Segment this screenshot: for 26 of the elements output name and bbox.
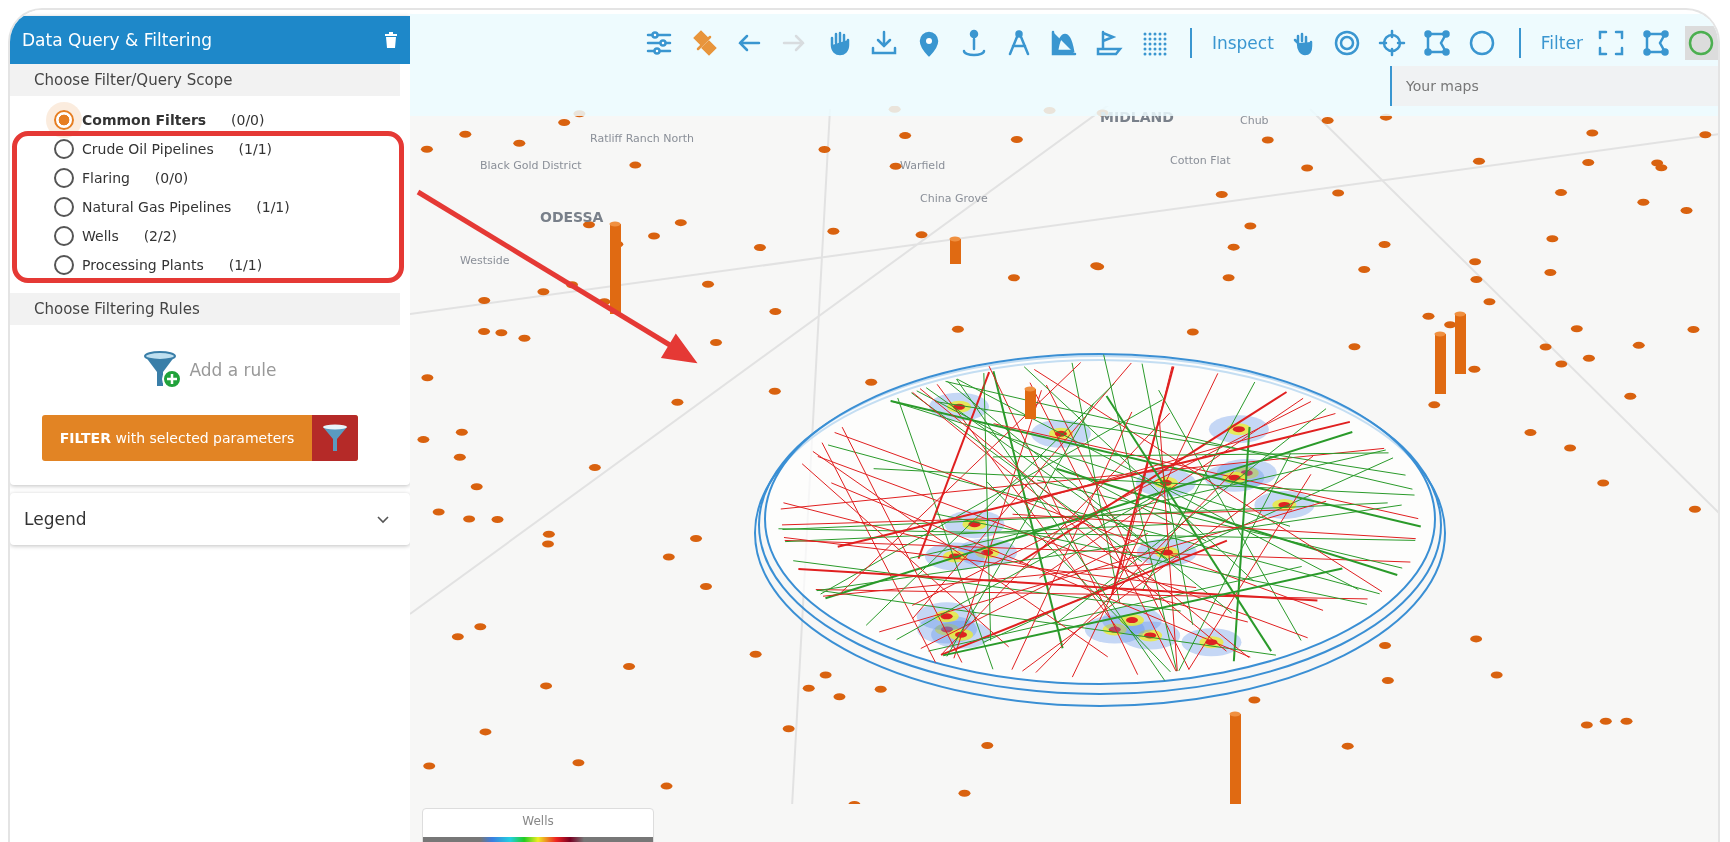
panel-title: Data Query & Filtering xyxy=(22,30,213,50)
inspect-label: Inspect xyxy=(1211,32,1274,55)
scope-radio-option[interactable]: Natural Gas Pipelines (1/1) xyxy=(54,197,410,217)
chevron-icon[interactable] xyxy=(376,514,390,524)
scope-radio-option[interactable]: Crude Oil Pipelines (1/1) xyxy=(54,139,410,159)
scope-radio-option[interactable]: Flaring (0/0) xyxy=(54,168,410,188)
funnel-icon[interactable] xyxy=(322,424,348,452)
map-place-label: MIDLAND xyxy=(1100,109,1174,125)
map-place-label: Ratliff Ranch North xyxy=(590,132,695,145)
map-place-label: Westside xyxy=(460,254,510,267)
map-place-label: Warfield xyxy=(900,159,946,172)
trash-icon[interactable] xyxy=(384,32,398,48)
map-place-label: China Grove xyxy=(920,192,988,205)
map-place-label: ODESSA xyxy=(540,209,604,225)
scope-radio-option[interactable]: Common Filters (0/0) xyxy=(54,110,410,130)
heatmap-legend: Wells xyxy=(422,808,654,842)
map-place-label: Chub xyxy=(1240,114,1269,127)
legend-header[interactable]: Legend xyxy=(10,493,410,545)
map-place-label: Cotton Flat xyxy=(1170,154,1231,167)
your-maps-tab[interactable]: Your maps xyxy=(1390,66,1718,106)
scope-radio-option[interactable]: Wells (2/2) xyxy=(54,226,410,246)
section-header: Choose Filter/Query Scope xyxy=(10,64,400,96)
scope-radio-option[interactable]: Processing Plants (1/1) xyxy=(54,255,410,275)
section-header: Choose Filtering Rules xyxy=(10,293,400,325)
map-place-label: Black Gold District xyxy=(480,159,582,172)
filter-label: Filter xyxy=(1540,32,1583,55)
